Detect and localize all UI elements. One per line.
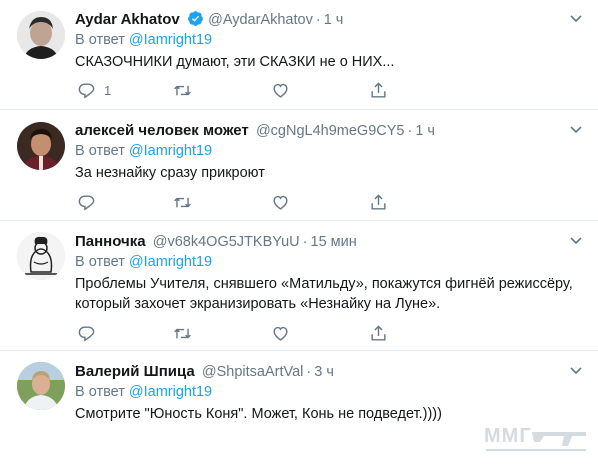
reply-icon: [78, 82, 95, 99]
tweet[interactable]: алексей человек может @cgNgL4h9meG9CY5 · 1…: [0, 110, 598, 221]
avatar[interactable]: [17, 11, 65, 59]
separator-dot: ·: [407, 123, 413, 139]
separator-dot: ·: [315, 12, 321, 28]
display-name[interactable]: Aydar Akhatov: [75, 11, 180, 28]
reply-mention-link[interactable]: @Iamright19: [129, 254, 212, 270]
reply-feed: Aydar Akhatov @AydarAkhatov · 1 ч В ответ …: [0, 0, 598, 466]
avatar[interactable]: [17, 122, 65, 170]
display-name[interactable]: Панночка: [75, 233, 146, 250]
chevron-down-icon[interactable]: [568, 10, 584, 26]
heart-icon: [273, 83, 288, 98]
retweet-button[interactable]: [173, 323, 200, 343]
share-button[interactable]: [369, 323, 388, 343]
reply-prefix: В ответ: [75, 384, 125, 400]
share-icon: [371, 324, 386, 341]
avatar[interactable]: [17, 232, 65, 280]
reply-icon: [78, 194, 95, 211]
timestamp[interactable]: 1 ч: [415, 123, 435, 139]
like-button[interactable]: [271, 323, 298, 343]
user-handle[interactable]: @cgNgL4h9meG9CY5: [256, 123, 405, 139]
reply-mention-link[interactable]: @Iamright19: [129, 143, 212, 159]
verified-badge-icon: [187, 11, 203, 26]
reply-mention-link[interactable]: @Iamright19: [129, 384, 212, 400]
retweet-button[interactable]: [173, 192, 200, 212]
user-handle[interactable]: @v68k4OG5JTKBYuU: [153, 234, 300, 250]
tweet-text-line: СКАЗОЧНИКИ думают, эти СКАЗКИ не о НИХ..…: [75, 54, 395, 70]
share-icon: [371, 193, 386, 210]
like-button[interactable]: [271, 80, 298, 100]
heart-icon: [273, 326, 288, 341]
tweet-actions: [75, 323, 395, 343]
reply-mention-link[interactable]: @Iamright19: [129, 32, 212, 48]
display-name[interactable]: Валерий Шпица: [75, 363, 195, 380]
timestamp[interactable]: 1 ч: [324, 12, 344, 28]
tweet-actions: 1: [75, 80, 395, 100]
user-handle[interactable]: @AydarAkhatov: [208, 12, 313, 28]
heart-icon: [273, 195, 288, 210]
avatar[interactable]: [17, 362, 65, 410]
like-button[interactable]: [271, 192, 298, 212]
timestamp[interactable]: 3 ч: [314, 364, 334, 380]
reply-prefix: В ответ: [75, 254, 125, 270]
tweet-text-line: За незнайку сразу прикроют: [75, 165, 265, 181]
reply-prefix: В ответ: [75, 143, 125, 159]
user-handle[interactable]: @ShpitsaArtVal: [202, 364, 304, 380]
separator-dot: ·: [302, 234, 308, 250]
chevron-down-icon[interactable]: [568, 232, 584, 248]
tweet-actions: [75, 192, 395, 212]
reply-prefix: В ответ: [75, 32, 125, 48]
tweet-text-line: который захочет экранизировать «Незнайку…: [75, 296, 441, 312]
watermark-text: ММГ: [484, 425, 532, 447]
tweet-text: Проблемы Учителя, снявшего «Матильду», п…: [75, 274, 584, 314]
retweet-icon: [174, 197, 191, 207]
share-button[interactable]: [369, 80, 388, 100]
timestamp[interactable]: 15 мин: [311, 234, 357, 250]
share-button[interactable]: [369, 192, 388, 212]
retweet-icon: [174, 328, 191, 338]
retweet-icon: [174, 85, 191, 95]
chevron-down-icon[interactable]: [568, 121, 584, 137]
watermark-logo: ММГ: [484, 425, 586, 451]
retweet-button[interactable]: [173, 80, 200, 100]
chevron-down-icon[interactable]: [568, 362, 584, 378]
reply-button[interactable]: 1: [77, 80, 111, 100]
tweet-text-line: Проблемы Учителя, снявшего «Матильду», п…: [75, 276, 573, 292]
reply-button[interactable]: [77, 323, 104, 343]
display-name[interactable]: алексей человек может: [75, 122, 249, 139]
tweet-text: За незнайку сразу прикроют: [75, 163, 584, 183]
reply-button[interactable]: [77, 192, 104, 212]
tweet[interactable]: Aydar Akhatov @AydarAkhatov · 1 ч В ответ …: [0, 0, 598, 110]
reply-icon: [78, 325, 95, 342]
tweet[interactable]: Панночка @v68k4OG5JTKBYuU · 15 мин В ответ…: [0, 221, 598, 351]
separator-dot: ·: [306, 364, 312, 380]
reply-count: 1: [104, 82, 112, 98]
share-icon: [371, 81, 386, 98]
tweet-text: СКАЗОЧНИКИ думают, эти СКАЗКИ не о НИХ..…: [75, 52, 584, 72]
